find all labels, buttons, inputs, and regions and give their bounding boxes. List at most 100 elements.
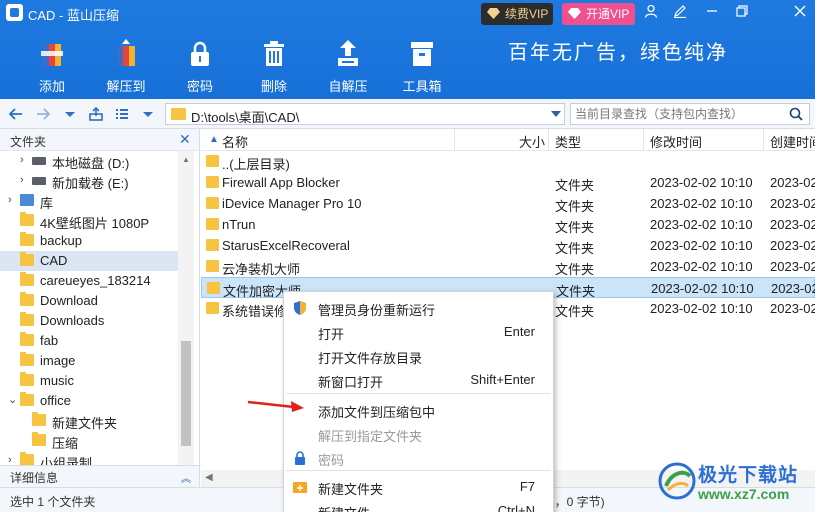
path-field[interactable]: D:\tools\桌面\CAD\ — [165, 103, 565, 125]
search-icon[interactable] — [789, 107, 803, 121]
tree-item[interactable]: 4K壁纸图片 1080P — [0, 211, 178, 231]
column-name-header[interactable]: 名称 — [222, 132, 248, 151]
tree-item[interactable]: › 本地磁盘 (D:) — [0, 151, 178, 171]
user-icon[interactable] — [642, 4, 660, 22]
column-divider[interactable] — [763, 129, 764, 151]
aurora-logo-icon — [658, 462, 696, 500]
tree-item[interactable]: music — [0, 371, 178, 391]
folder-icon — [32, 412, 46, 426]
menu-item[interactable]: 管理员身份重新运行 — [284, 296, 553, 320]
folder-icon — [206, 218, 219, 230]
tree-item[interactable]: fab — [0, 331, 178, 351]
tree-item[interactable]: CAD — [0, 251, 178, 271]
file-created: 2023-02 — [771, 281, 815, 296]
tree-item-label: 库 — [40, 196, 54, 211]
search-input[interactable] — [575, 106, 785, 122]
column-type-header[interactable]: 类型 — [555, 132, 581, 151]
minimize-icon[interactable] — [703, 4, 721, 22]
tree-item[interactable]: › 新加载卷 (E:) — [0, 171, 178, 191]
history-dropdown-icon[interactable] — [62, 106, 78, 122]
back-arrow-icon[interactable] — [8, 106, 24, 122]
toolbar-toolbox-button[interactable]: 工具箱 — [392, 38, 452, 94]
add-archive-icon — [41, 44, 63, 66]
close-panel-icon[interactable]: ✕ — [179, 131, 191, 148]
folder-panel-header: 文件夹 ✕ — [0, 129, 199, 151]
toolbar-self-extract-button[interactable]: 自解压 — [318, 38, 378, 94]
restore-icon[interactable] — [733, 4, 751, 22]
menu-item-shortcut: Enter — [503, 324, 535, 339]
chevron-right-icon[interactable]: › — [8, 454, 18, 465]
toolbar-add-button[interactable]: 添加 — [22, 38, 82, 94]
folder-icon — [20, 232, 34, 246]
toolbar-delete-button[interactable]: 删除 — [244, 38, 304, 94]
tree-scrollbar[interactable]: ▲ — [178, 151, 194, 465]
folder-icon — [206, 197, 219, 209]
close-icon[interactable] — [791, 4, 809, 22]
table-row[interactable]: nTrun 文件夹 2023-02-02 10:10 2023-02 — [201, 214, 815, 235]
tree-scrollbar-thumb[interactable] — [181, 341, 191, 446]
scroll-up-icon[interactable]: ▲ — [182, 155, 190, 164]
watermark-url: www.xz7.com — [698, 486, 790, 502]
open-vip-button[interactable]: 开通VIP — [562, 3, 635, 25]
menu-item-label: 添加文件到压缩包中 — [318, 405, 436, 420]
column-divider[interactable] — [643, 129, 644, 151]
menu-item[interactable]: 新建文件夹 F7 — [284, 475, 553, 499]
tree-item[interactable]: careueyes_183214 — [0, 271, 178, 291]
tree-item[interactable]: image — [0, 351, 178, 371]
table-row[interactable]: Firewall App Blocker 文件夹 2023-02-02 10:10 2… — [201, 172, 815, 193]
menu-item-label: 打开 — [318, 327, 345, 342]
tree-item[interactable]: ⌄ office — [0, 391, 178, 411]
toolbar-extract-button[interactable]: 解压到 — [96, 38, 156, 94]
toolbar-password-button[interactable]: 密码 — [170, 38, 230, 94]
tree-item[interactable]: Download — [0, 291, 178, 311]
table-row[interactable]: StarusExcelRecoveral 文件夹 2023-02-02 10:10 2… — [201, 235, 815, 256]
details-bar[interactable]: 详细信息 ︽ — [0, 465, 200, 487]
view-dropdown-icon[interactable] — [140, 106, 156, 122]
tree-item[interactable]: 压缩 — [0, 431, 178, 451]
scroll-left-icon[interactable]: ◀ — [205, 472, 213, 483]
view-list-icon[interactable] — [114, 106, 130, 122]
shield-icon — [292, 300, 308, 316]
address-bar: D:\tools\桌面\CAD\ — [0, 99, 815, 129]
table-row[interactable]: ..(上层目录) — [201, 151, 815, 172]
menu-item[interactable]: 添加文件到压缩包中 — [284, 398, 553, 422]
folder-icon — [20, 352, 34, 366]
folder-icon — [20, 332, 34, 346]
menu-item[interactable]: 新建文件 Ctrl+N — [284, 499, 553, 512]
edit-icon[interactable] — [671, 4, 689, 22]
tree-item[interactable]: backup — [0, 231, 178, 251]
tree-item[interactable]: › 小组录制 — [0, 451, 178, 465]
path-dropdown-icon[interactable] — [551, 111, 561, 117]
chevron-down-icon[interactable]: ⌄ — [8, 394, 18, 406]
menu-item[interactable]: 打开文件存放目录 — [284, 344, 553, 368]
search-field[interactable] — [570, 103, 810, 125]
up-folder-icon[interactable] — [88, 106, 104, 122]
renew-vip-button[interactable]: 续费VIP — [481, 3, 553, 25]
tree-item-label: image — [40, 353, 76, 368]
menu-separator — [286, 393, 551, 394]
column-created-header[interactable]: 创建时间 — [770, 132, 815, 151]
chevron-right-icon[interactable]: › — [20, 174, 30, 186]
column-modified-header[interactable]: 修改时间 — [650, 132, 702, 151]
forward-arrow-icon[interactable] — [35, 106, 51, 122]
folder-icon — [206, 176, 219, 188]
tree-item[interactable]: Downloads — [0, 311, 178, 331]
column-size-header[interactable]: 大小 — [519, 132, 545, 151]
folder-tree-panel: 文件夹 ✕ › 本地磁盘 (D:) › 新加载卷 (E:) › 库 4K壁纸图片 1080P… — [0, 129, 200, 465]
open-vip-label: 开通VIP — [586, 7, 630, 21]
menu-item-label: 管理员身份重新运行 — [318, 303, 436, 318]
watermark-name: 极光下载站 — [698, 465, 799, 486]
menu-item[interactable]: 打开 Enter — [284, 320, 553, 344]
menu-item[interactable]: 新窗口打开 Shift+Enter — [284, 368, 553, 392]
table-row[interactable]: 云净装机大师 文件夹 2023-02-02 10:10 2023-02 — [201, 256, 815, 277]
column-divider[interactable] — [454, 129, 455, 151]
expand-details-icon[interactable]: ︽ — [181, 470, 191, 485]
tree-item[interactable]: 新建文件夹 — [0, 411, 178, 431]
tree-item[interactable]: › 库 — [0, 191, 178, 211]
file-modified: 2023-02-02 10:10 — [650, 259, 753, 274]
column-divider[interactable] — [548, 129, 549, 151]
chevron-right-icon[interactable]: › — [20, 154, 30, 166]
status-size-text: 3，0 字节) — [548, 495, 605, 509]
table-row[interactable]: iDevice Manager Pro 10 文件夹 2023-02-02 10:1… — [201, 193, 815, 214]
chevron-right-icon[interactable]: › — [8, 194, 18, 206]
